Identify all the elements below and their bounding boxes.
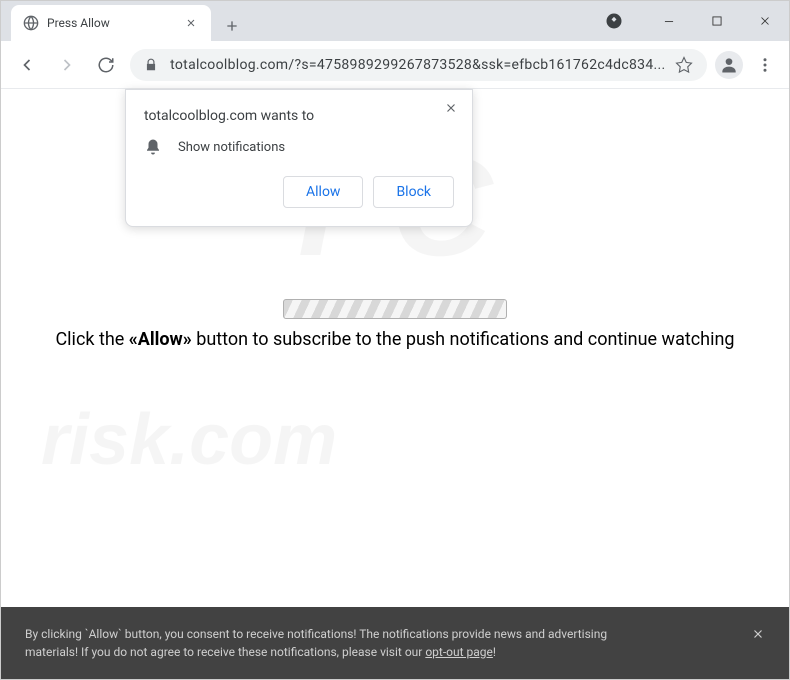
consent-footer: By clicking `Allow` button, you consent … bbox=[1, 607, 789, 679]
opt-out-link[interactable]: opt-out page bbox=[425, 645, 493, 659]
forward-button[interactable] bbox=[51, 49, 83, 81]
profile-avatar[interactable] bbox=[715, 51, 743, 79]
tab-title: Press Allow bbox=[47, 16, 175, 30]
menu-button[interactable] bbox=[751, 51, 779, 79]
extension-shield-icon[interactable] bbox=[604, 11, 624, 31]
page-content: PC risk.com totalcoolblog.com wants to S… bbox=[1, 89, 789, 679]
maximize-button[interactable] bbox=[693, 1, 741, 41]
back-button[interactable] bbox=[11, 49, 43, 81]
reload-button[interactable] bbox=[90, 49, 122, 81]
footer-text: By clicking `Allow` button, you consent … bbox=[25, 625, 731, 661]
permission-dialog: totalcoolblog.com wants to Show notifica… bbox=[125, 89, 473, 227]
page-message-area: Click the «Allow» button to subscribe to… bbox=[1, 299, 789, 350]
bell-icon bbox=[144, 138, 162, 156]
browser-tab[interactable]: Press Allow bbox=[11, 5, 211, 41]
close-icon[interactable] bbox=[751, 627, 765, 641]
bookmark-star-icon[interactable] bbox=[675, 56, 693, 74]
address-bar[interactable]: totalcoolblog.com/?s=4758989299267873528… bbox=[130, 49, 707, 81]
instruction-text: Click the «Allow» button to subscribe to… bbox=[1, 329, 789, 350]
minimize-button[interactable] bbox=[645, 1, 693, 41]
permission-title: totalcoolblog.com wants to bbox=[144, 108, 454, 124]
url-text: totalcoolblog.com/?s=4758989299267873528… bbox=[170, 57, 665, 73]
close-icon[interactable] bbox=[183, 15, 199, 31]
close-window-button[interactable] bbox=[741, 1, 789, 41]
progress-bar bbox=[283, 299, 507, 319]
new-tab-button[interactable] bbox=[217, 11, 247, 41]
close-icon[interactable] bbox=[444, 100, 460, 116]
block-button[interactable]: Block bbox=[373, 176, 454, 208]
allow-button[interactable]: Allow bbox=[283, 176, 363, 208]
window-controls bbox=[645, 1, 789, 41]
browser-toolbar: totalcoolblog.com/?s=4758989299267873528… bbox=[1, 41, 789, 89]
watermark-text: risk.com bbox=[41, 399, 337, 481]
globe-icon bbox=[23, 15, 39, 31]
lock-icon[interactable] bbox=[144, 57, 160, 73]
permission-label: Show notifications bbox=[178, 140, 285, 155]
tab-bar: Press Allow bbox=[1, 1, 629, 41]
